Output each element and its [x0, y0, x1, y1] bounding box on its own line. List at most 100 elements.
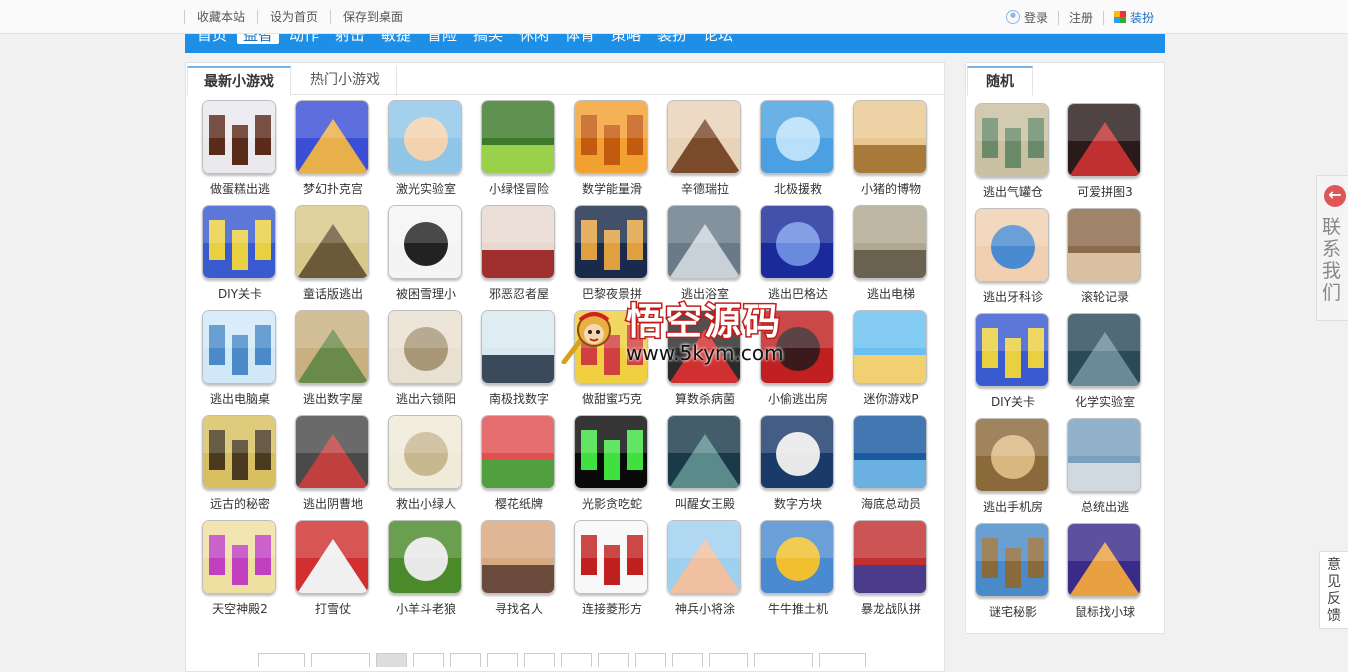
game-card[interactable]: 南极找数字: [481, 310, 557, 406]
game-card[interactable]: 逃出六锁阳: [388, 310, 464, 406]
game-title[interactable]: 可爱拼图3: [1057, 183, 1153, 200]
game-thumbnail[interactable]: [481, 310, 555, 384]
game-card[interactable]: 小羊斗老狼: [388, 520, 464, 616]
game-thumbnail[interactable]: [667, 100, 741, 174]
game-title[interactable]: 南极找数字: [471, 390, 567, 407]
game-thumbnail[interactable]: [481, 100, 555, 174]
login-link[interactable]: 登录: [996, 10, 1058, 25]
game-title[interactable]: 做甜蜜巧克: [564, 390, 660, 407]
game-card[interactable]: 邪恶忍者屋: [481, 205, 557, 301]
nav-item[interactable]: 休闲: [519, 34, 549, 44]
page-button[interactable]: [672, 653, 703, 667]
game-card[interactable]: 被困雪理小: [388, 205, 464, 301]
game-title[interactable]: 总统出逃: [1057, 498, 1153, 515]
page-button[interactable]: [413, 653, 444, 667]
game-thumbnail[interactable]: [295, 520, 369, 594]
game-card[interactable]: 光影贪吃蛇: [574, 415, 650, 511]
game-title[interactable]: 做蛋糕出逃: [192, 180, 288, 197]
game-card[interactable]: 数学能量滑: [574, 100, 650, 196]
nav-item[interactable]: 敏捷: [381, 34, 411, 44]
game-card[interactable]: 童话版逃出: [295, 205, 371, 301]
game-title[interactable]: 打雪仗: [285, 600, 381, 617]
game-card[interactable]: 叫醒女王殿: [667, 415, 743, 511]
game-thumbnail[interactable]: [202, 100, 276, 174]
game-title[interactable]: 数学能量滑: [564, 180, 660, 197]
game-card[interactable]: 小绿怪冒险: [481, 100, 557, 196]
page-button[interactable]: [819, 653, 866, 667]
game-card[interactable]: 寻找名人: [481, 520, 557, 616]
game-thumbnail[interactable]: [295, 100, 369, 174]
page-button[interactable]: [524, 653, 555, 667]
game-title[interactable]: 逃出电脑桌: [192, 390, 288, 407]
game-thumbnail[interactable]: [975, 103, 1049, 177]
game-title[interactable]: 数字方块: [750, 495, 846, 512]
game-title[interactable]: 小偷逃出房: [750, 390, 846, 407]
game-title[interactable]: 谜宅秘影: [965, 603, 1061, 620]
page-button[interactable]: [487, 653, 518, 667]
game-title[interactable]: 邪恶忍者屋: [471, 285, 567, 302]
game-card[interactable]: 逃出浴室: [667, 205, 743, 301]
page-button[interactable]: [635, 653, 666, 667]
game-card[interactable]: 辛德瑞拉: [667, 100, 743, 196]
game-thumbnail[interactable]: [1067, 313, 1141, 387]
game-title[interactable]: 滚轮记录: [1057, 288, 1153, 305]
game-thumbnail[interactable]: [1067, 523, 1141, 597]
game-thumbnail[interactable]: [295, 310, 369, 384]
game-thumbnail[interactable]: [667, 520, 741, 594]
game-card[interactable]: 总统出逃: [1067, 418, 1143, 514]
game-thumbnail[interactable]: [853, 205, 927, 279]
bookmark-site-link[interactable]: 收藏本站: [184, 10, 257, 24]
nav-item[interactable]: 射击: [335, 34, 365, 44]
nav-item[interactable]: 搞笑: [473, 34, 503, 44]
game-card[interactable]: 连接菱形方: [574, 520, 650, 616]
page-button[interactable]: [598, 653, 629, 667]
game-thumbnail[interactable]: [760, 520, 834, 594]
game-card[interactable]: 远古的秘密: [202, 415, 278, 511]
game-card[interactable]: DIY关卡: [202, 205, 278, 301]
page-button[interactable]: [709, 653, 748, 667]
nav-item[interactable]: 首页: [197, 34, 227, 44]
tab-random[interactable]: 随机: [967, 66, 1033, 96]
game-thumbnail[interactable]: [388, 415, 462, 489]
game-card[interactable]: 滚轮记录: [1067, 208, 1143, 304]
game-card[interactable]: 打雪仗: [295, 520, 371, 616]
game-title[interactable]: 迷你游戏P: [843, 390, 939, 407]
game-thumbnail[interactable]: [202, 520, 276, 594]
game-card[interactable]: 激光实验室: [388, 100, 464, 196]
page-button-current[interactable]: [376, 653, 407, 667]
game-card[interactable]: 逃出牙科诊: [975, 208, 1051, 304]
game-title[interactable]: 北极援救: [750, 180, 846, 197]
game-thumbnail[interactable]: [975, 418, 1049, 492]
game-thumbnail[interactable]: [295, 415, 369, 489]
game-thumbnail[interactable]: [975, 208, 1049, 282]
page-button[interactable]: [258, 653, 305, 667]
game-thumbnail[interactable]: [202, 205, 276, 279]
game-card[interactable]: 做蛋糕出逃: [202, 100, 278, 196]
game-title[interactable]: 逃出气罐仓: [965, 183, 1061, 200]
nav-item[interactable]: 冒险: [427, 34, 457, 44]
game-thumbnail[interactable]: [1067, 103, 1141, 177]
game-card[interactable]: 数字方块: [760, 415, 836, 511]
contact-us-tab[interactable]: ← 联系我们: [1316, 175, 1348, 321]
game-title[interactable]: 逃出数字屋: [285, 390, 381, 407]
page-button[interactable]: [311, 653, 370, 667]
game-thumbnail[interactable]: [481, 415, 555, 489]
game-thumbnail[interactable]: [853, 100, 927, 174]
game-thumbnail[interactable]: [388, 310, 462, 384]
nav-item[interactable]: 论坛: [703, 34, 733, 44]
game-card[interactable]: 逃出阴曹地: [295, 415, 371, 511]
page-button[interactable]: [450, 653, 481, 667]
game-thumbnail[interactable]: [975, 523, 1049, 597]
game-title[interactable]: 激光实验室: [378, 180, 474, 197]
game-thumbnail[interactable]: [853, 415, 927, 489]
game-title[interactable]: DIY关卡: [965, 393, 1061, 410]
game-title[interactable]: 牛牛推土机: [750, 600, 846, 617]
feedback-tab[interactable]: 意见反馈: [1319, 551, 1348, 629]
game-card[interactable]: 救出小绿人: [388, 415, 464, 511]
game-card[interactable]: 北极援救: [760, 100, 836, 196]
game-title[interactable]: 逃出牙科诊: [965, 288, 1061, 305]
game-title[interactable]: 叫醒女王殿: [657, 495, 753, 512]
game-card[interactable]: 迷你游戏P: [853, 310, 929, 406]
nav-item[interactable]: 动作: [289, 34, 319, 44]
game-title[interactable]: 童话版逃出: [285, 285, 381, 302]
